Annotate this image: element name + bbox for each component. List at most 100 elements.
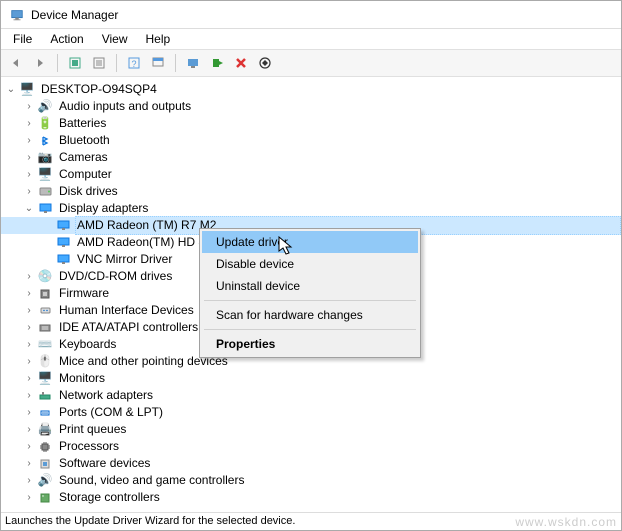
expand-icon[interactable]: › — [23, 441, 35, 453]
node-label: Software devices — [57, 455, 152, 472]
context-separator — [204, 300, 416, 301]
update-driver-button[interactable] — [206, 52, 228, 74]
node-label: Cameras — [57, 149, 110, 166]
expand-icon[interactable]: › — [23, 288, 35, 300]
expand-icon[interactable]: › — [23, 135, 35, 147]
node-label: Processors — [57, 438, 121, 455]
title-bar: Device Manager — [1, 1, 621, 29]
expand-icon[interactable]: › — [23, 305, 35, 317]
tree-category-ports[interactable]: › Ports (COM & LPT) — [1, 404, 621, 421]
expand-icon[interactable]: › — [23, 339, 35, 351]
expand-icon[interactable]: › — [23, 169, 35, 181]
node-label: Human Interface Devices — [57, 302, 196, 319]
tree-category-printq[interactable]: › 🖨️ Print queues — [1, 421, 621, 438]
sound-icon: 🔊 — [37, 473, 53, 489]
expand-icon[interactable]: › — [23, 322, 35, 334]
expand-icon[interactable]: › — [23, 492, 35, 504]
tree-category-sound[interactable]: › 🔊 Sound, video and game controllers — [1, 472, 621, 489]
help-button[interactable]: ? — [123, 52, 145, 74]
tree-category-network[interactable]: › Network adapters — [1, 387, 621, 404]
camera-icon: 📷 — [37, 150, 53, 166]
tree-category-processors[interactable]: › Processors — [1, 438, 621, 455]
tree-category-software[interactable]: › Software devices — [1, 455, 621, 472]
view-button[interactable] — [147, 52, 169, 74]
disk-icon — [37, 184, 53, 200]
tree-category-bluetooth[interactable]: › Bluetooth — [1, 132, 621, 149]
expand-icon[interactable]: › — [23, 475, 35, 487]
software-icon — [37, 456, 53, 472]
disable-button[interactable] — [254, 52, 276, 74]
scan-button[interactable] — [182, 52, 204, 74]
expand-icon[interactable]: › — [23, 407, 35, 419]
toolbar-separator — [57, 54, 58, 72]
expand-icon[interactable]: › — [23, 271, 35, 283]
collapse-icon[interactable]: ⌄ — [5, 84, 17, 96]
context-scan-hardware[interactable]: Scan for hardware changes — [202, 304, 418, 326]
expand-icon[interactable]: › — [23, 390, 35, 402]
ports-icon — [37, 405, 53, 421]
collapse-icon[interactable]: ⌄ — [23, 203, 35, 215]
node-label: Display adapters — [57, 200, 150, 217]
app-icon — [9, 7, 25, 23]
node-label: DESKTOP-O94SQP4 — [39, 81, 159, 98]
window-title: Device Manager — [31, 8, 118, 22]
uninstall-button[interactable] — [230, 52, 252, 74]
tree-category-audio[interactable]: › 🔊 Audio inputs and outputs — [1, 98, 621, 115]
menu-view[interactable]: View — [94, 30, 136, 48]
node-label: Computer — [57, 166, 114, 183]
expand-icon[interactable]: › — [23, 186, 35, 198]
tree-category-computer[interactable]: › 🖥️ Computer — [1, 166, 621, 183]
watermark: www.wskdn.com — [515, 515, 617, 528]
forward-button[interactable] — [29, 52, 51, 74]
display-icon — [37, 201, 53, 217]
show-hidden-button[interactable] — [64, 52, 86, 74]
tree-category-batteries[interactable]: › 🔋 Batteries — [1, 115, 621, 132]
context-properties[interactable]: Properties — [202, 333, 418, 355]
storage-icon — [37, 490, 53, 506]
computer-icon: 🖥️ — [37, 167, 53, 183]
menu-action[interactable]: Action — [42, 30, 91, 48]
display-icon — [55, 218, 71, 234]
node-label: Audio inputs and outputs — [57, 98, 193, 115]
context-update-driver[interactable]: Update driver — [202, 231, 418, 253]
computer-icon: 🖥️ — [19, 82, 35, 98]
mouse-icon: 🖱️ — [37, 354, 53, 370]
tree-category-storage[interactable]: › Storage controllers — [1, 489, 621, 506]
display-icon — [55, 235, 71, 251]
tree-category-cameras[interactable]: › 📷 Cameras — [1, 149, 621, 166]
expand-icon[interactable]: › — [23, 424, 35, 436]
tree-root[interactable]: ⌄ 🖥️ DESKTOP-O94SQP4 — [1, 81, 621, 98]
ide-icon — [37, 320, 53, 336]
tree-category-monitors[interactable]: › 🖥️ Monitors — [1, 370, 621, 387]
context-menu: Update driver Disable device Uninstall d… — [199, 228, 421, 358]
expand-icon[interactable]: › — [23, 373, 35, 385]
dvd-icon: 💿 — [37, 269, 53, 285]
audio-icon: 🔊 — [37, 99, 53, 115]
firmware-icon — [37, 286, 53, 302]
node-label: Sound, video and game controllers — [57, 472, 246, 489]
context-uninstall-device[interactable]: Uninstall device — [202, 275, 418, 297]
network-icon — [37, 388, 53, 404]
status-text: Launches the Update Driver Wizard for th… — [5, 515, 295, 528]
svg-text:?: ? — [131, 59, 136, 69]
battery-icon: 🔋 — [37, 116, 53, 132]
expand-icon[interactable]: › — [23, 101, 35, 113]
expand-icon[interactable]: › — [23, 118, 35, 130]
printer-icon: 🖨️ — [37, 422, 53, 438]
node-label: IDE ATA/ATAPI controllers — [57, 319, 200, 336]
menu-help[interactable]: Help — [138, 30, 179, 48]
expand-icon[interactable]: › — [23, 356, 35, 368]
back-button[interactable] — [5, 52, 27, 74]
tree-category-disk[interactable]: › Disk drives — [1, 183, 621, 200]
node-label: Monitors — [57, 370, 107, 387]
properties-button[interactable] — [88, 52, 110, 74]
menu-file[interactable]: File — [5, 30, 40, 48]
context-disable-device[interactable]: Disable device — [202, 253, 418, 275]
node-label: VNC Mirror Driver — [75, 251, 174, 268]
expand-icon[interactable]: › — [23, 458, 35, 470]
expand-icon[interactable]: › — [23, 152, 35, 164]
tree-category-display[interactable]: ⌄ Display adapters — [1, 200, 621, 217]
node-label: Ports (COM & LPT) — [57, 404, 165, 421]
node-label: Firmware — [57, 285, 111, 302]
node-label: Print queues — [57, 421, 128, 438]
